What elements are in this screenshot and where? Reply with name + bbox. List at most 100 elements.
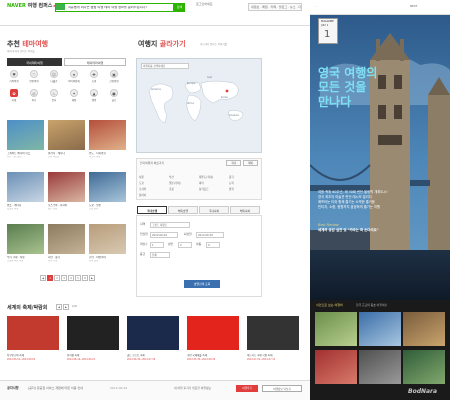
hotel-search-button[interactable]: 호텔검색 조회 (184, 280, 220, 288)
tab-hotel-2[interactable]: 해외호텔 (168, 206, 198, 214)
theme-thumb-image[interactable] (89, 224, 126, 254)
festival-poster[interactable] (247, 316, 299, 350)
page-4-button[interactable]: 4 (68, 275, 74, 281)
form-field[interactable]: 전체 (150, 252, 170, 258)
form-field[interactable]: 그랜드 하얏트 (150, 222, 190, 228)
theme-thumb-title[interactable]: 시안 · 중국 (48, 256, 84, 259)
page-3-button[interactable]: 3 (61, 275, 67, 281)
gallery-photo[interactable] (359, 312, 401, 346)
tab-hotel-3[interactable]: 국내숙박 (199, 206, 229, 214)
form-field[interactable]: 2 (178, 242, 192, 248)
theme-thumb-image[interactable] (48, 172, 85, 202)
form-field[interactable]: 2012.06.29 (150, 232, 178, 238)
map-label[interactable]: America (151, 88, 161, 92)
page-prev-button[interactable]: ◀ (40, 275, 46, 281)
festival-poster[interactable] (127, 316, 179, 350)
magazine-headline[interactable]: 영국 여행의 모든 것을 만나다 (318, 66, 428, 109)
city-link[interactable]: 일본(국내) (169, 182, 181, 185)
festival-poster[interactable] (187, 316, 239, 350)
page-2-button[interactable]: 2 (54, 275, 60, 281)
map-label[interactable]: Europe (187, 82, 195, 86)
theme-thumb-image[interactable] (7, 120, 44, 150)
theme-thumb-image[interactable] (48, 224, 85, 254)
festival-title[interactable]: 공연 국제예술 축제 (187, 354, 227, 357)
search-input[interactable]: 여유롭게 떠나는 캠핑 여행 테마 여행 정보를 알려드립니다! (68, 6, 172, 10)
theme-thumb-image[interactable] (7, 224, 44, 254)
theme-1-icon[interactable]: ♥ (10, 70, 18, 78)
form-field[interactable]: 2012.06.30 (196, 232, 224, 238)
picker-domestic-button[interactable]: 국내 (226, 160, 241, 166)
festival-title[interactable]: 마드리드 국제 극장 축제 (247, 354, 287, 357)
theme-9-icon[interactable]: ♨ (50, 89, 58, 97)
theme-7-icon[interactable]: ✿ (10, 89, 18, 97)
city-link[interactable]: 도쿄 (139, 182, 144, 185)
naver-travel-logo[interactable]: NAVER 여행 컴퍼스Beta (7, 3, 61, 9)
tab-hotel-4[interactable]: 해외숙박 (230, 206, 260, 214)
page-5-button[interactable]: 5 (75, 275, 81, 281)
theme-5-icon[interactable]: ✚ (90, 70, 98, 78)
gallery-photo[interactable] (315, 350, 357, 384)
festival-title[interactable]: 골드 코스트 축제 (127, 354, 167, 357)
city-link[interactable]: 홍콩 (169, 188, 174, 191)
map-label[interactable]: Africa (187, 102, 194, 106)
search-button[interactable]: 검색 (174, 3, 185, 12)
theme-thumb-title[interactable]: 밴프 · 캐나다 (7, 204, 43, 207)
festival-next-button[interactable]: ▶ (63, 304, 69, 310)
gallery-photo[interactable] (403, 350, 445, 384)
tab-hotel-1[interactable]: 국내호텔 (137, 206, 167, 214)
city-link[interactable]: 뉴욕 (229, 182, 234, 185)
festival-poster[interactable] (7, 316, 59, 350)
gallery-photo[interactable] (403, 312, 445, 346)
theme-thumb-image[interactable] (89, 172, 126, 202)
theme-thumb-title[interactable]: 캘거리 · 캐나다 (48, 152, 84, 155)
theme-thumb-title[interactable]: 로마 · 이탈리아 (89, 256, 125, 259)
page-next-button[interactable]: ▶ (89, 275, 95, 281)
theme-thumb-image[interactable] (7, 172, 44, 202)
theme-6-icon[interactable]: ▣ (110, 70, 118, 78)
theme-3-icon[interactable]: ☺ (50, 70, 58, 78)
city-link[interactable]: 방콕 (229, 188, 234, 191)
map-label[interactable]: Asia (207, 76, 212, 80)
theme-thumb-title[interactable]: 도쿄 · 일본 (89, 204, 125, 207)
gallery-photo[interactable] (315, 312, 357, 346)
festival-prev-button[interactable]: ◀ (56, 304, 62, 310)
page-6-button[interactable]: 6 (82, 275, 88, 281)
notice-text[interactable]: [공지] 항공권 서비스 개편에 따른 이용 안내 (28, 386, 83, 391)
city-link[interactable]: 파리 (199, 182, 204, 185)
magazine-article-item[interactable]: 빈티지, 소품, 음원까지 꼼꼼하게 즐기는 여행 (318, 205, 388, 210)
review-button[interactable]: 여행후기 (236, 385, 258, 392)
festival-title[interactable]: 탕구탄고아 축제 (7, 354, 47, 357)
form-field[interactable]: 0 (206, 242, 220, 248)
map-select-dropdown[interactable]: 여행지를 선택하세요 (141, 63, 189, 69)
theme-thumb-title[interactable]: 모스크바 · 러시아 (48, 204, 84, 207)
theme-thumb-title[interactable]: 우리 국내 · 서울 (7, 256, 43, 259)
map-label[interactable]: Korea (221, 96, 228, 100)
festival-poster[interactable] (67, 316, 119, 350)
review-link[interactable]: 내 여행 후기가 필요한 여행정보 (174, 386, 211, 390)
festival-title[interactable]: 뮤지컬 축제 (67, 354, 107, 357)
map-label[interactable]: Oceania (229, 114, 239, 118)
theme-thumb-title[interactable]: 인도 · 타지마할 (89, 152, 125, 155)
gnb-links[interactable]: 내정보 · 메일 · 카페 · 블로그 · 뉴스 · 다음 (248, 3, 302, 11)
more-info-button[interactable]: 여행정보 더보기 (262, 385, 302, 392)
picker-overseas-button[interactable]: 해외 (243, 160, 258, 166)
best-review-text[interactable]: 세계의 공감 실천 및 "카라는 떠 손다리요" (318, 228, 379, 232)
theme-4-icon[interactable]: ★ (70, 70, 78, 78)
theme-thumb-image[interactable] (89, 120, 126, 150)
tab-overseas-theme[interactable]: 해외테마여행 (64, 58, 126, 66)
page-1-button[interactable]: 1 (47, 275, 53, 281)
city-link[interactable]: 부산 (169, 176, 174, 179)
theme-thumb-image[interactable] (48, 120, 85, 150)
city-link[interactable]: 상하이 (139, 194, 146, 197)
theme-11-icon[interactable]: ▲ (90, 89, 98, 97)
theme-8-icon[interactable]: ◎ (30, 89, 38, 97)
theme-12-icon[interactable]: ● (110, 89, 118, 97)
city-link[interactable]: 중국 (229, 176, 234, 179)
world-map[interactable]: 여행지를 선택하세요 Europe Asia Africa Oceania Americ… (136, 58, 262, 153)
theme-thumb-title[interactable]: 그레이트 배리어 리프 (7, 152, 43, 155)
login-link[interactable]: 로그인하세요 (196, 2, 213, 7)
theme-2-icon[interactable]: ♡ (30, 70, 38, 78)
city-link[interactable]: 제주도(국내) (199, 176, 213, 179)
magazine-nav-link[interactable]: · · · (314, 4, 318, 8)
city-link[interactable]: 싱가포르 (199, 188, 209, 191)
